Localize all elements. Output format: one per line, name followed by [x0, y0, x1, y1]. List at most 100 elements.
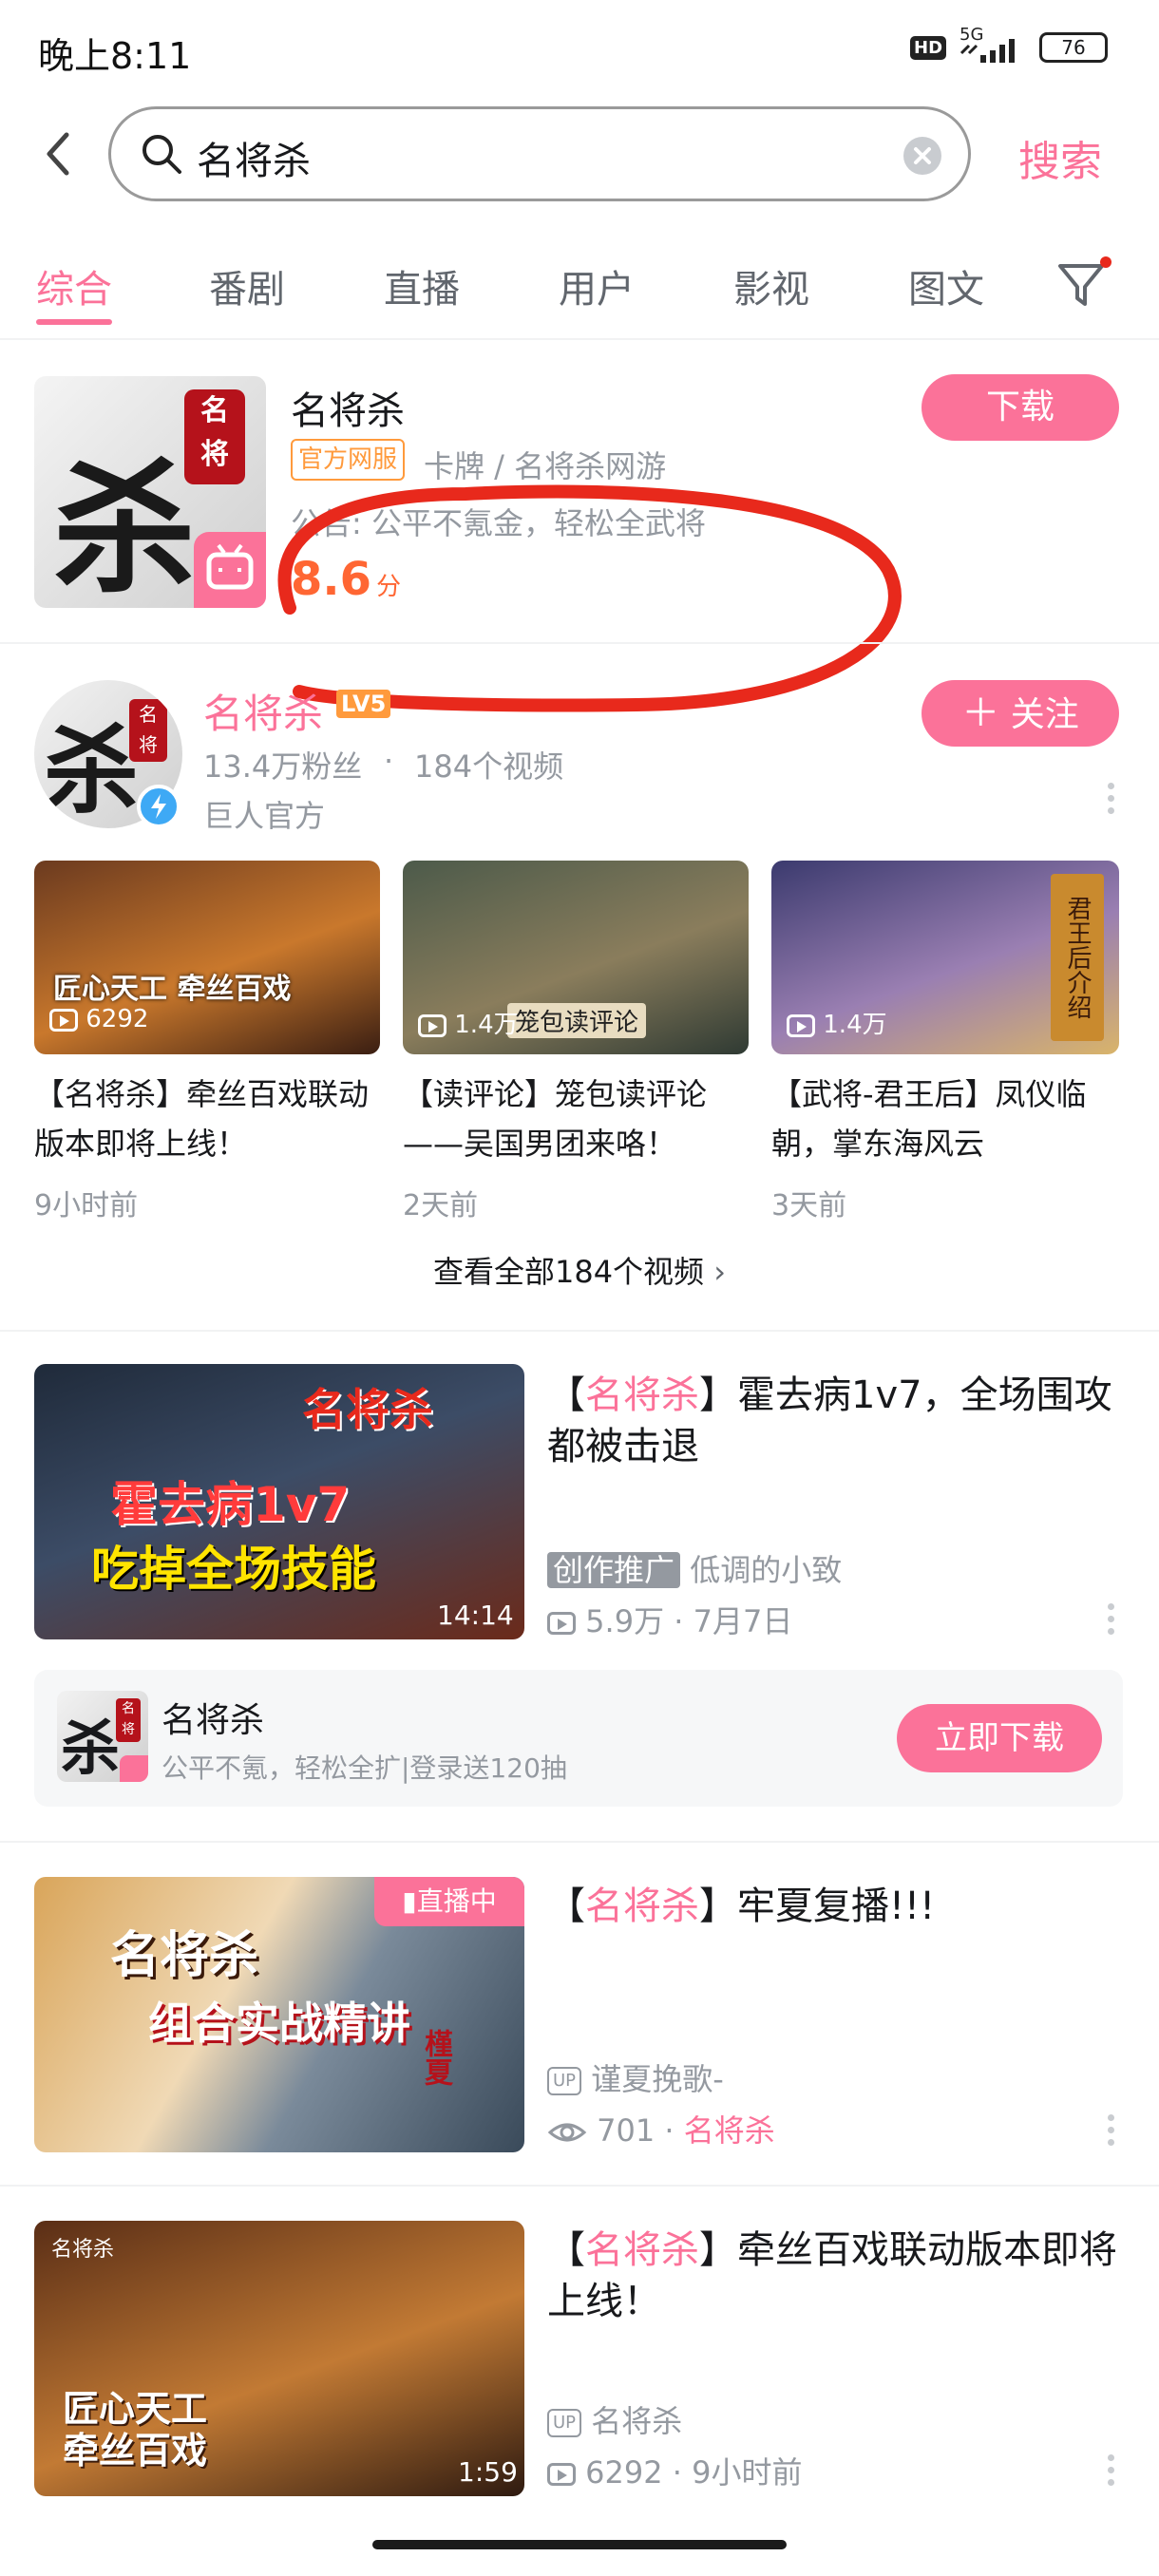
user-video-time-1: 9小时前 [34, 1189, 139, 1222]
user-video-thumb-2[interactable]: 笼包读评论 1.4万 [403, 861, 749, 1054]
title-highlight: 名将杀 [585, 1373, 699, 1417]
user-video-time-3: 3天前 [771, 1189, 847, 1222]
eye-icon [547, 2123, 587, 2142]
user-video-title-1[interactable]: 【名将杀】牵丝百戏联动版本即将上线！ [34, 1070, 386, 1168]
ad-icon-calligraphy: 杀 [61, 1714, 121, 1782]
play-count-icon [547, 1612, 576, 1635]
search-icon [142, 135, 181, 174]
user-video-thumb-3[interactable]: 君王后介绍 1.4万 [771, 861, 1119, 1054]
user-video-thumb-1[interactable]: 匠心天工 牵丝百戏 6292 [34, 861, 380, 1054]
views-count: 1.4万 [454, 1011, 519, 1039]
thumb-title-3b: 匠心天工 牵丝百戏 [63, 2388, 208, 2472]
video-title-2[interactable]: 【名将杀】牢夏复播!!! [547, 1881, 1117, 1932]
video-duration-3: 1:59 [458, 2456, 518, 2488]
tab-bar: 综合 番剧 直播 用户 影视 图文 [0, 249, 1159, 340]
video-author-3[interactable]: 名将杀 [591, 2403, 682, 2439]
user-level-badge: LV5 [336, 690, 391, 718]
meta-separator: · [384, 743, 394, 779]
user-more-icon[interactable] [1108, 777, 1115, 820]
download-button[interactable]: 下载 [922, 374, 1119, 441]
video-result-2[interactable]: 名将杀 组合实战精讲 槿夏 ▮直播中 【名将杀】牢夏复播!!! UP 谨夏挽歌-… [0, 1843, 1159, 2156]
tab-movies[interactable]: 影视 [733, 258, 809, 313]
ad-game-icon: 杀 名将 [57, 1691, 148, 1782]
ad-bilibili-badge-icon [120, 1755, 148, 1782]
game-logo-calligraphy: 杀 [53, 445, 197, 608]
video-title-3[interactable]: 【名将杀】牵丝百戏联动版本即将上线！ [547, 2225, 1117, 2327]
views-count: 6292 [86, 1005, 149, 1033]
video-title-1[interactable]: 【名将杀】霍去病1v7，全场围攻都被击退 [547, 1370, 1117, 1472]
user-fans: 13.4万粉丝 [203, 748, 363, 785]
thumb-title-1a: 名将杀 [302, 1384, 433, 1435]
views-count: 1.4万 [823, 1011, 887, 1039]
tab-all[interactable]: 综合 [36, 258, 112, 313]
tab-users[interactable]: 用户 [559, 258, 635, 313]
user-card: 杀 名将 名将杀 LV5 13.4万粉丝 · 184个视频 巨人官方 ＋ 关注 … [0, 644, 1159, 1328]
up-icon: UP [547, 2409, 582, 2437]
thumb-title-2b: 组合实战精讲 [148, 1998, 410, 2049]
live-label: 直播中 [416, 1885, 497, 1917]
video-thumb-2[interactable]: 名将杀 组合实战精讲 槿夏 ▮直播中 [34, 1877, 524, 2152]
bilibili-game-badge-icon [194, 532, 266, 608]
video-thumb-1[interactable]: 名将杀 霍去病1v7 吃掉全场技能 14:14 [34, 1364, 524, 1639]
tab-bangumi[interactable]: 番剧 [209, 258, 285, 313]
user-video-time-2: 2天前 [403, 1189, 479, 1222]
ad-card[interactable]: 杀 名将 名将杀 公平不氪，轻松全扩|登录送120抽 立即下载 [34, 1670, 1123, 1807]
back-arrow-icon [47, 132, 69, 176]
video-author-1[interactable]: 低调的小致 [690, 1552, 842, 1588]
promotion-badge: 创作推广 [547, 1552, 681, 1588]
ad-download-button[interactable]: 立即下载 [897, 1704, 1102, 1772]
more-icon-2[interactable] [1108, 2109, 1115, 2151]
user-desc: 巨人官方 [203, 798, 326, 834]
game-icon: 杀 名将 [34, 376, 266, 608]
thumb-views-3: 1.4万 [787, 1005, 887, 1040]
search-button[interactable]: 搜索 [1018, 127, 1102, 188]
user-video-count: 184个视频 [414, 748, 564, 785]
video-tag-2[interactable]: 名将杀 [684, 2112, 775, 2149]
tab-active-indicator [36, 319, 112, 325]
thumb-title-2a: 名将杀 [110, 1927, 259, 1984]
view-all-videos-link[interactable]: 查看全部184个视频 › [0, 1248, 1159, 1292]
more-icon-1[interactable] [1108, 1598, 1115, 1640]
more-icon-3[interactable] [1108, 2449, 1115, 2491]
video-author-row-2: UP 谨夏挽歌- [547, 2055, 724, 2099]
clear-search-icon[interactable] [903, 137, 941, 175]
status-time: 晚上8:11 [38, 35, 192, 77]
video-author-row-3: UP 名将杀 [547, 2397, 682, 2441]
video-thumb-3[interactable]: 名将杀 匠心天工 牵丝百戏 1:59 [34, 2221, 524, 2496]
filter-icon[interactable] [1054, 256, 1112, 313]
game-logo-seal: 名将 [184, 389, 245, 484]
meta-separator: · [674, 1603, 694, 1639]
thumb-caption-3: 君王后介绍 [1051, 874, 1104, 1041]
follow-button[interactable]: ＋ 关注 [922, 680, 1119, 747]
game-card[interactable]: 杀 名将 名将杀 官方网服 卡牌 / 名将杀网游 公告: 公平不氪金，轻松全武将… [0, 342, 1159, 712]
video-result-1[interactable]: 名将杀 霍去病1v7 吃掉全场技能 14:14 【名将杀】霍去病1v7，全场围攻… [0, 1332, 1159, 1639]
video-author-2[interactable]: 谨夏挽歌- [591, 2061, 724, 2097]
user-video-title-3[interactable]: 【武将-君王后】凤仪临朝，掌东海风云 [771, 1070, 1125, 1168]
thumb-views-2: 1.4万 [418, 1005, 519, 1040]
home-indicator[interactable] [372, 2540, 787, 2549]
title-prefix: 【 [547, 1373, 585, 1417]
user-name[interactable]: 名将杀 [203, 682, 323, 740]
video-duration-1: 14:14 [437, 1600, 514, 1631]
avatar-calligraphy: 杀 [44, 714, 139, 826]
user-video-title-2[interactable]: 【读评论】笼包读评论——吴国男团来咯！ [403, 1070, 754, 1168]
play-count-icon [787, 1013, 815, 1037]
signal-icon [960, 36, 1026, 65]
battery-level: 76 [1061, 36, 1086, 59]
tab-live[interactable]: 直播 [384, 258, 460, 313]
tab-articles[interactable]: 图文 [908, 258, 984, 313]
back-button[interactable] [42, 129, 76, 179]
thumb-title-2c: 槿夏 [419, 2029, 452, 2086]
play-count-icon [49, 1008, 78, 1032]
video-result-3[interactable]: 名将杀 匠心天工 牵丝百戏 1:59 【名将杀】牵丝百戏联动版本即将上线！ UP… [0, 2187, 1159, 2529]
follow-label: 关注 [1010, 695, 1079, 734]
chevron-right-icon: › [713, 1254, 727, 1290]
tabs-divider [0, 338, 1159, 340]
search-query: 名将杀 [197, 140, 311, 183]
search-input[interactable]: 名将杀 [108, 106, 971, 201]
thumb-caption-1: 匠心天工 牵丝百戏 [53, 973, 292, 1006]
video-date-3: 9小时前 [692, 2454, 803, 2491]
thumb-caption-2: 笼包读评论 [507, 1003, 647, 1038]
title-highlight: 名将杀 [585, 2228, 699, 2272]
view-all-label: 查看全部184个视频 [432, 1254, 705, 1290]
